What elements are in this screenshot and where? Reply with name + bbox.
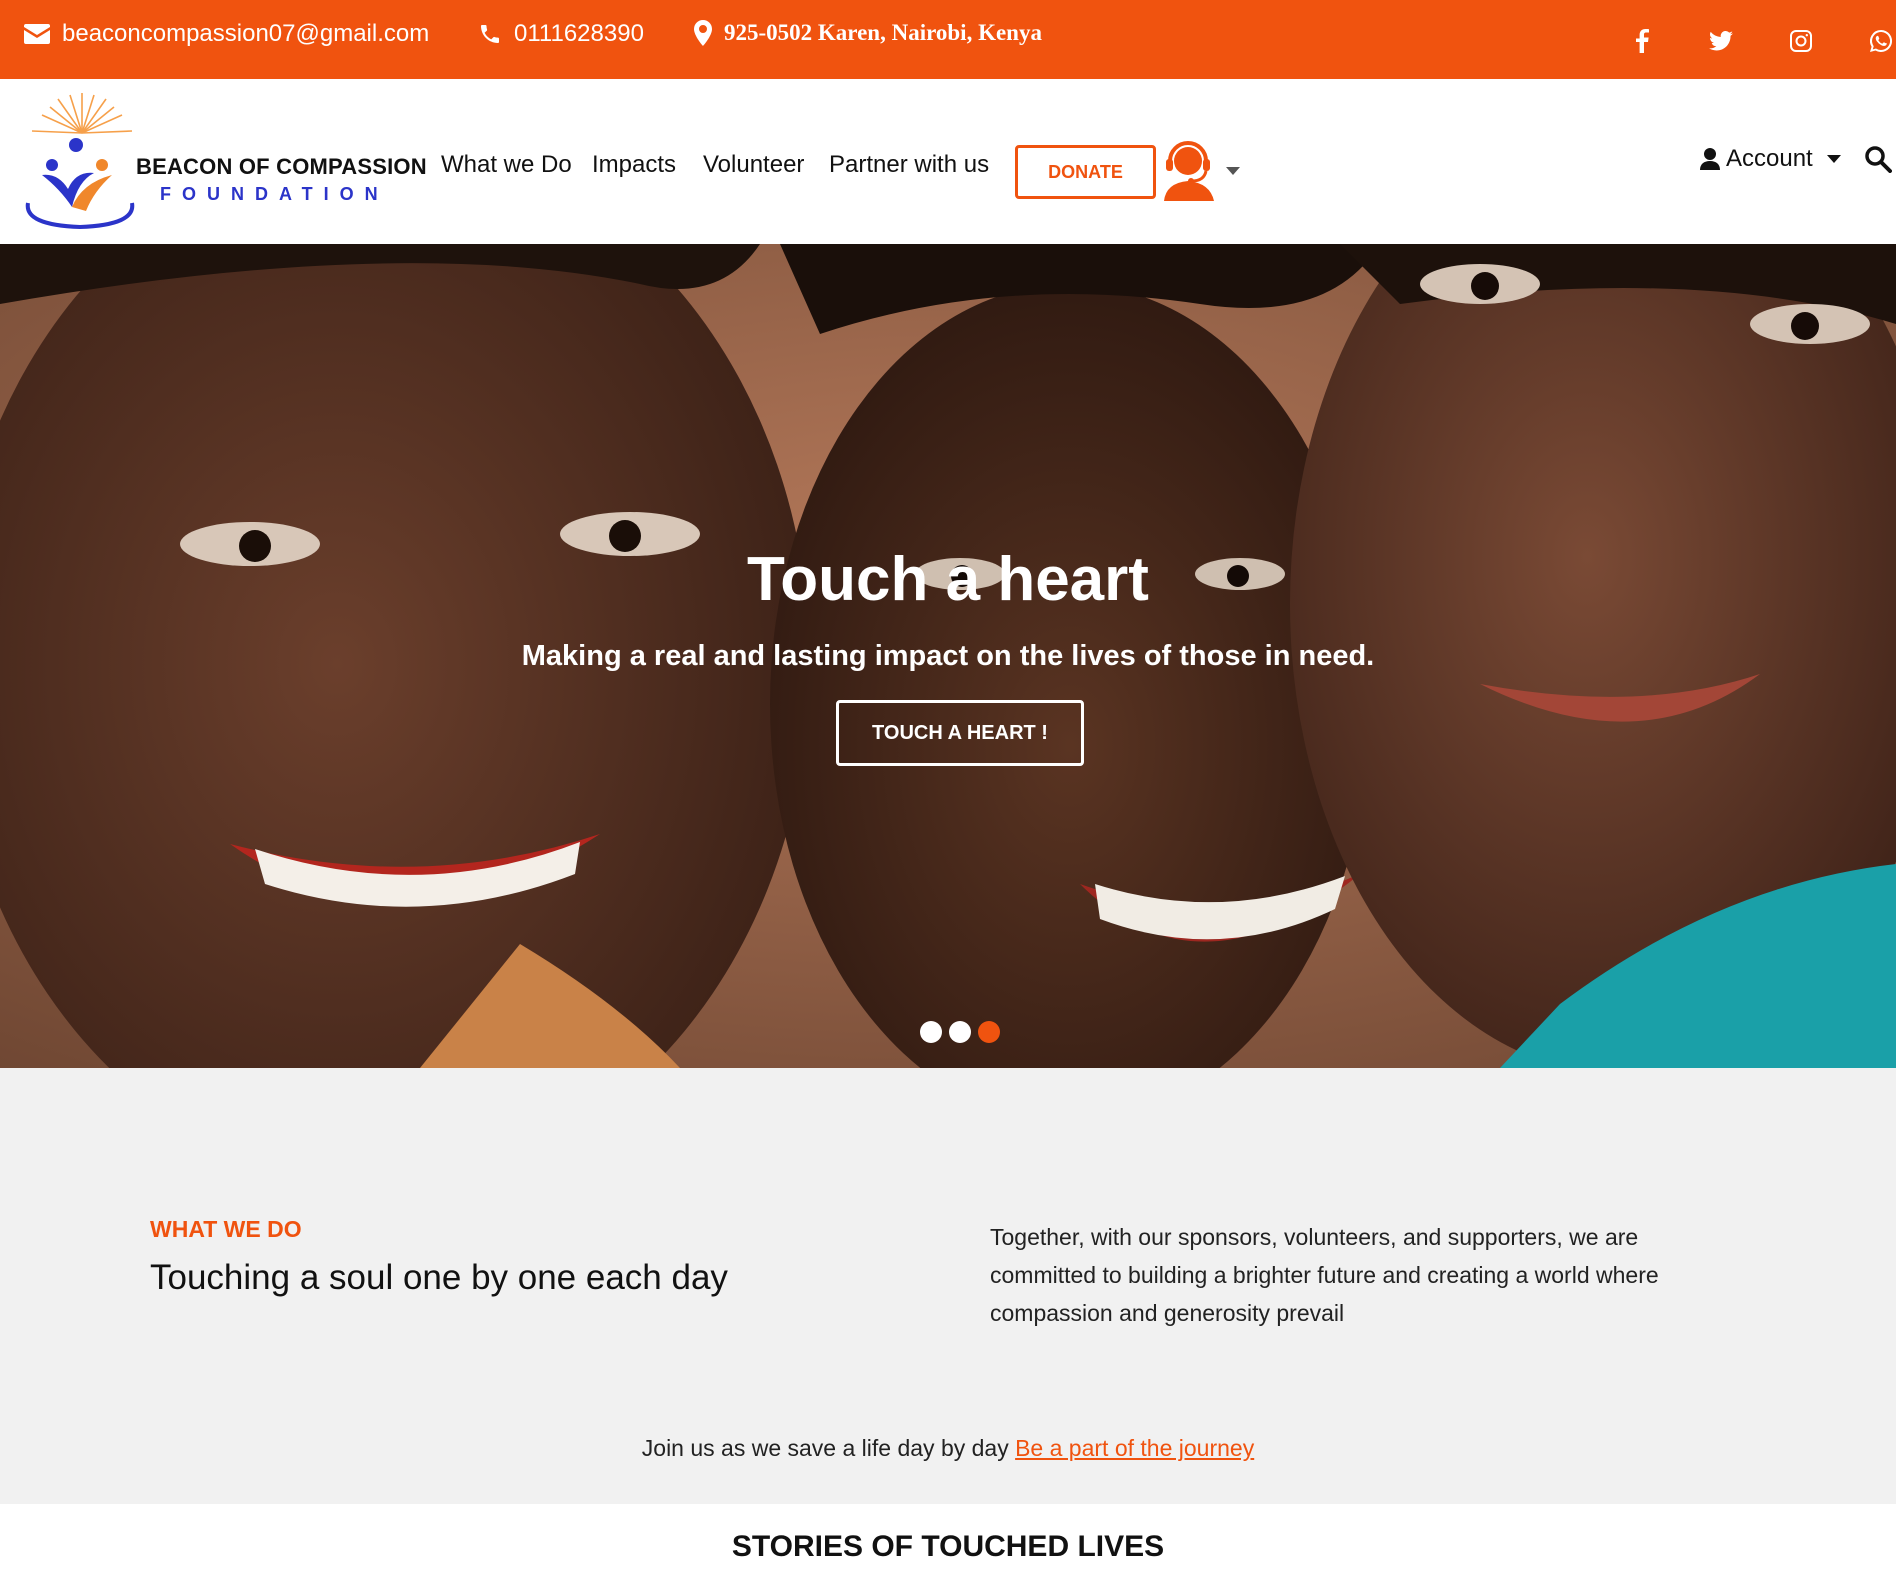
stories-title: STORIES OF TOUCHED LIVES: [731, 1530, 1165, 1563]
hero-title: Touch a heart: [747, 545, 1149, 614]
nav-partner-with-us[interactable]: Partner with us: [829, 151, 989, 179]
account-menu[interactable]: Account: [1700, 145, 1841, 173]
hero-subtitle: Making a real and lasting impact on the …: [521, 640, 1375, 672]
nav-what-we-do[interactable]: What we Do: [441, 151, 572, 179]
contact-email-text: beaconcompassion07@gmail.com: [62, 20, 430, 47]
twitter-icon: [1709, 31, 1733, 51]
contact-phone-text: 0111628390: [514, 20, 644, 47]
section-description: Together, with our sponsors, volunteers,…: [990, 1224, 1659, 1326]
brand-subtitle: FOUNDATION: [160, 184, 389, 204]
contact-email[interactable]: beaconcompassion07@gmail.com: [24, 20, 429, 48]
whatsapp-icon: [1870, 30, 1892, 52]
account-caret-icon: [1826, 155, 1841, 163]
instagram-link[interactable]: [1786, 26, 1816, 56]
journey-link[interactable]: Be a part of the journey: [1015, 1435, 1254, 1461]
section-kicker: WHAT WE DO: [150, 1216, 302, 1242]
carousel-dot-1[interactable]: [920, 1021, 942, 1043]
brand-name[interactable]: BEACON OF COMPASSION: [136, 154, 427, 180]
map-pin-icon: [694, 20, 712, 46]
what-we-do-section: WHAT WE DO Touching a soul one by one ea…: [0, 1068, 1896, 1504]
nav-impacts[interactable]: Impacts: [592, 151, 676, 179]
instagram-icon: [1790, 30, 1812, 52]
section-title: Touching a soul one by one each day: [150, 1258, 728, 1297]
contact-address-text: 925-0502 Karen, Nairobi, Kenya: [724, 20, 1042, 45]
join-us-text: Join us as we save a life day by day: [641, 1435, 1016, 1461]
facebook-link[interactable]: [1627, 26, 1657, 56]
contact-phone[interactable]: 0111628390: [478, 20, 644, 48]
carousel-dot-3-active[interactable]: [978, 1021, 1000, 1043]
account-label: Account: [1726, 145, 1813, 172]
join-us-line: Join us as we save a life day by day Be …: [0, 1435, 1896, 1462]
envelope-icon: [24, 24, 50, 44]
whatsapp-link[interactable]: [1866, 26, 1896, 56]
twitter-link[interactable]: [1706, 26, 1736, 56]
search-icon[interactable]: [1864, 145, 1892, 173]
nav-volunteer[interactable]: Volunteer: [703, 151, 804, 179]
carousel-dot-2[interactable]: [949, 1021, 971, 1043]
phone-icon: [481, 25, 499, 43]
top-contact-bar: beaconcompassion07@gmail.com 0111628390 …: [0, 0, 1896, 79]
donate-button[interactable]: DONATE: [1015, 145, 1156, 199]
brand-logo-icon[interactable]: [20, 85, 140, 235]
contact-address: 925-0502 Karen, Nairobi, Kenya: [694, 20, 1042, 46]
stories-section: STORIES OF TOUCHED LIVES: [0, 1504, 1896, 1572]
support-agent-icon[interactable]: [1160, 141, 1218, 201]
touch-a-heart-button[interactable]: TOUCH A HEART !: [836, 700, 1084, 766]
support-dropdown-caret-icon[interactable]: [1226, 167, 1240, 175]
user-icon: [1700, 148, 1720, 170]
facebook-icon: [1636, 29, 1649, 53]
main-navbar: BEACON OF COMPASSION FOUNDATION What we …: [0, 79, 1896, 244]
hero-carousel: Touch a heart Making a real and lasting …: [0, 244, 1896, 1068]
